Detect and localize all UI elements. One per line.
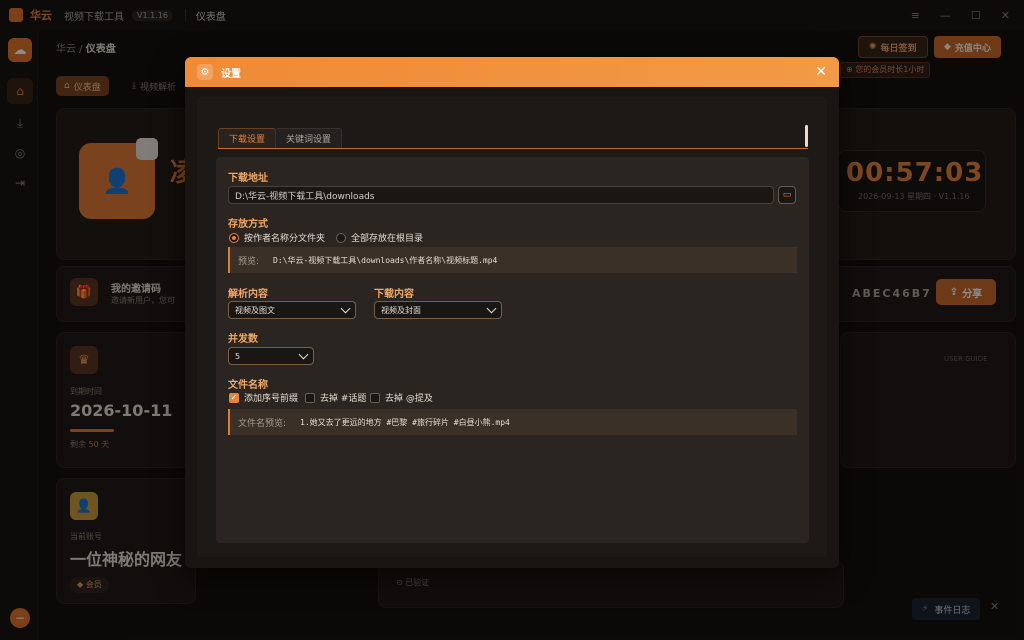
concurrency-value: 5 (235, 351, 241, 361)
checkbox-checked-icon[interactable]: ✓ (229, 392, 239, 403)
radio-by-author-label: 按作者名称分文件夹 (244, 234, 326, 244)
dialog-header: ⚙ 设置 ✕ (185, 57, 839, 87)
parse-content-value: 视频及图文 (235, 305, 275, 315)
checkbox-unchecked-icon[interactable] (370, 392, 380, 403)
path-preview: 预览: D:\华云-视频下载工具\downloads\作者名称\视频标题.mp4 (228, 247, 797, 273)
filename-preview: 文件名预览: 1.她又去了更远的地方 #巴黎 #旅行碎片 #白昼小熊.mp4 (228, 409, 797, 435)
scrollbar[interactable] (805, 125, 808, 147)
path-preview-label: 预览: (238, 256, 260, 267)
chevron-down-icon (486, 303, 497, 313)
filename-label: 文件名称 (228, 380, 268, 391)
tab-underline (218, 148, 808, 149)
checkbox-remove-mention[interactable]: 去掉 @提及 (370, 391, 433, 404)
gear-icon: ⚙ (197, 64, 213, 80)
filename-preview-label: 文件名预览: (238, 418, 287, 429)
checkbox-add-index[interactable]: ✓ 添加序号前缀 (229, 391, 298, 404)
concurrency-label: 并发数 (228, 334, 258, 345)
parse-content-label: 解析内容 (228, 289, 268, 300)
close-icon[interactable]: ✕ (815, 64, 827, 80)
concurrency-select[interactable]: 5 (228, 347, 314, 365)
tab-download-settings[interactable]: 下载设置 (218, 128, 277, 148)
download-content-value: 视频及封面 (381, 305, 421, 315)
radio-by-author[interactable]: 按作者名称分文件夹 (229, 231, 325, 244)
checkbox-remove-topic-label: 去掉 #话题 (320, 394, 367, 404)
parse-content-select[interactable]: 视频及图文 (228, 301, 356, 319)
download-path-label: 下载地址 (228, 173, 268, 184)
checkbox-unchecked-icon[interactable] (305, 392, 315, 403)
checkbox-add-index-label: 添加序号前缀 (244, 394, 299, 404)
radio-off-icon[interactable] (336, 232, 346, 243)
radio-root-dir[interactable]: 全部存放在根目录 (336, 231, 423, 244)
download-content-label: 下载内容 (374, 289, 414, 300)
radio-root-dir-label: 全部存放在根目录 (351, 234, 424, 244)
tab-keyword-settings[interactable]: 关键词设置 (275, 128, 343, 148)
chevron-down-icon (340, 303, 351, 313)
dialog-title: 设置 (221, 68, 241, 80)
chevron-down-icon (298, 349, 309, 359)
checkbox-remove-topic[interactable]: 去掉 #话题 (305, 391, 366, 404)
path-preview-value: D:\华云-视频下载工具\downloads\作者名称\视频标题.mp4 (273, 255, 498, 265)
filename-preview-value: 1.她又去了更远的地方 #巴黎 #旅行碎片 #白昼小熊.mp4 (300, 417, 510, 427)
download-content-select[interactable]: 视频及封面 (374, 301, 502, 319)
radio-on-icon[interactable] (229, 232, 239, 243)
download-path-input[interactable]: D:\华云-视频下载工具\downloads (228, 186, 774, 204)
storage-label: 存放方式 (228, 219, 268, 230)
checkbox-remove-mention-label: 去掉 @提及 (385, 394, 433, 404)
folder-icon[interactable]: ▭ (778, 186, 796, 204)
